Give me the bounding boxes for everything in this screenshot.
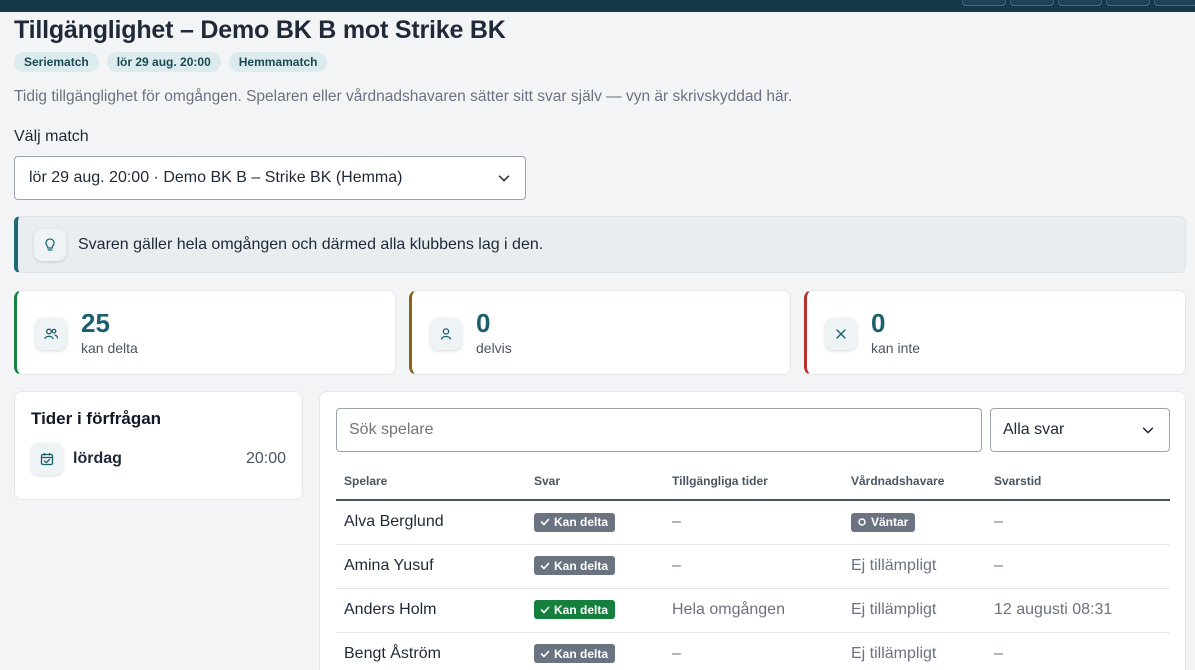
match-select[interactable]: lör 29 aug. 20:00 · Demo BK B – Strike B… bbox=[14, 156, 526, 200]
check-icon bbox=[540, 518, 550, 526]
guardian-status: Ej tillämpligt bbox=[843, 588, 986, 633]
nav-button[interactable] bbox=[1106, 0, 1150, 6]
column-header-guardian[interactable]: Vårdnadshavare bbox=[843, 462, 986, 501]
column-header-available-times[interactable]: Tillgängliga tider bbox=[664, 462, 843, 501]
stat-card-cannot-attend: 0 kan inte bbox=[804, 290, 1186, 375]
available-times: – bbox=[664, 544, 843, 589]
answer-badge: Kan delta bbox=[534, 512, 616, 532]
players-panel: Alla svar Spelare Svar Tillgängliga tide… bbox=[319, 391, 1186, 670]
nav-button[interactable] bbox=[1154, 0, 1195, 6]
column-header-answer[interactable]: Svar bbox=[526, 462, 664, 501]
chevron-down-icon bbox=[498, 175, 510, 182]
pending-circle-icon bbox=[858, 518, 866, 526]
answer-text: Kan delta bbox=[554, 515, 609, 529]
chip-home-away: Hemmamatch bbox=[228, 52, 328, 72]
check-icon bbox=[540, 650, 550, 658]
answer-text: Kan delta bbox=[554, 602, 609, 617]
column-header-response-time[interactable]: Svarstid bbox=[986, 462, 1170, 501]
stat-label: kan inte bbox=[871, 340, 921, 356]
player-name: Amina Yusuf bbox=[336, 544, 526, 589]
response-time: – bbox=[986, 544, 1170, 589]
answer-text: Kan delta bbox=[554, 558, 609, 573]
player-name: Bengt Åström bbox=[336, 632, 526, 670]
page-description: Tidig tillgänglighet för omgången. Spela… bbox=[14, 88, 793, 105]
info-text: Svaren gäller hela omgången och därmed a… bbox=[78, 235, 544, 253]
time-row: lördag 20:00 bbox=[31, 443, 286, 475]
lightbulb-icon bbox=[34, 228, 66, 261]
table-row[interactable]: Alva Berglund Kan delta – Väntar – bbox=[336, 500, 1170, 545]
response-time: – bbox=[986, 632, 1170, 670]
player-name: Anders Holm bbox=[336, 588, 526, 633]
nav-button[interactable] bbox=[962, 0, 1006, 6]
search-input[interactable] bbox=[336, 408, 982, 452]
guardian-status-text: Väntar bbox=[871, 515, 909, 529]
table-header-row: Spelare Svar Tillgängliga tider Vårdnads… bbox=[336, 462, 1170, 501]
match-chips: Seriematch lör 29 aug. 20:00 Hemmamatch bbox=[14, 52, 328, 72]
guardian-status: Ej tillämpligt bbox=[843, 632, 986, 670]
guardian-status: Ej tillämpligt bbox=[843, 544, 986, 589]
response-time: 12 augusti 08:31 bbox=[986, 588, 1170, 633]
available-times: – bbox=[664, 500, 843, 545]
time-day: lördag bbox=[73, 450, 122, 467]
answer-filter-select[interactable]: Alla svar bbox=[990, 408, 1170, 452]
stat-value: 0 bbox=[476, 308, 491, 338]
top-navigation-bar bbox=[0, 0, 1195, 12]
players-table: Spelare Svar Tillgängliga tider Vårdnads… bbox=[336, 462, 1170, 670]
answer-badge: Kan delta bbox=[534, 600, 616, 620]
available-times: – bbox=[664, 632, 843, 670]
answer-text: Kan delta bbox=[554, 646, 609, 661]
close-icon bbox=[825, 317, 857, 350]
table-row[interactable]: Anders Holm Kan delta Hela omgången Ej t… bbox=[336, 588, 1170, 633]
answer-badge: Kan delta bbox=[534, 556, 616, 576]
user-icon bbox=[430, 317, 462, 350]
table-row[interactable]: Bengt Åström Kan delta – Ej tillämpligt … bbox=[336, 632, 1170, 670]
table-row[interactable]: Amina Yusuf Kan delta – Ej tillämpligt – bbox=[336, 544, 1170, 589]
stat-card-partial: 0 delvis bbox=[409, 290, 791, 375]
requested-times-card: Tider i förfrågan lördag 20:00 bbox=[14, 391, 303, 500]
page-title: Tillgänglighet – Demo BK B mot Strike BK bbox=[14, 16, 506, 44]
chip-match-type: Seriematch bbox=[14, 52, 99, 72]
answer-badge: Kan delta bbox=[534, 644, 616, 664]
column-header-player[interactable]: Spelare bbox=[336, 462, 526, 501]
match-select-value: lör 29 aug. 20:00 · Demo BK B – Strike B… bbox=[29, 169, 403, 186]
available-times: Hela omgången bbox=[664, 588, 843, 633]
stat-label: delvis bbox=[476, 340, 512, 356]
chip-match-date: lör 29 aug. 20:00 bbox=[106, 52, 221, 72]
nav-button[interactable] bbox=[1058, 0, 1102, 6]
check-icon bbox=[540, 562, 550, 570]
time-value: 20:00 bbox=[245, 450, 286, 467]
guardian-status-badge: Väntar bbox=[851, 512, 916, 532]
check-icon bbox=[540, 606, 550, 614]
calendar-check-icon bbox=[31, 443, 63, 475]
stat-value: 25 bbox=[81, 308, 110, 338]
player-name: Alva Berglund bbox=[336, 500, 526, 545]
stat-value: 0 bbox=[871, 308, 886, 338]
answer-filter-value: Alla svar bbox=[1003, 421, 1065, 438]
nav-button[interactable] bbox=[1010, 0, 1054, 6]
response-time: – bbox=[986, 500, 1170, 545]
info-callout: Svaren gäller hela omgången och därmed a… bbox=[14, 216, 1186, 273]
match-select-label: Välj match bbox=[14, 128, 89, 145]
requested-times-title: Tider i förfrågan bbox=[31, 409, 162, 428]
stat-card-can-attend: 25 kan delta bbox=[14, 290, 396, 375]
stat-label: kan delta bbox=[81, 340, 138, 356]
users-icon bbox=[35, 317, 67, 350]
chevron-down-icon bbox=[1142, 427, 1154, 434]
